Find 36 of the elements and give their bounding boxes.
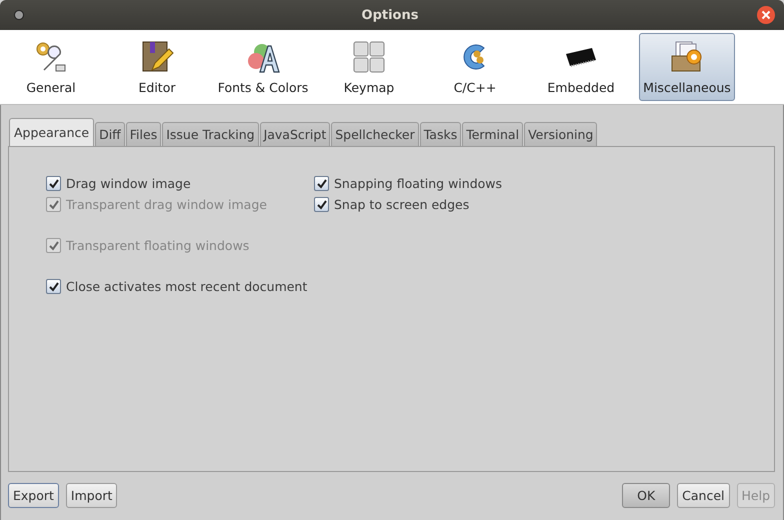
- checkbox-label: Transparent floating windows: [66, 238, 250, 253]
- dialog-button[interactable]: Export: [8, 482, 59, 508]
- tab[interactable]: Tasks: [420, 122, 462, 146]
- dialog-button[interactable]: Cancel: [677, 482, 730, 508]
- window-title: Options: [360, 8, 420, 22]
- category-button[interactable]: C/C++: [427, 33, 523, 101]
- checkbox-label: Transparent drag window image: [66, 197, 267, 212]
- tab[interactable]: Files: [126, 122, 162, 146]
- book-pencil-icon: [140, 40, 174, 74]
- category-button[interactable]: Keymap: [321, 33, 417, 101]
- category-button[interactable]: Miscellaneous: [639, 33, 735, 101]
- category-button[interactable]: Embedded: [533, 33, 629, 101]
- tab[interactable]: Issue Tracking: [162, 122, 259, 146]
- checkbox-label: Close activates most recent document: [66, 279, 308, 294]
- tab[interactable]: Terminal: [462, 122, 524, 146]
- checkbox[interactable]: [46, 176, 61, 191]
- category-button[interactable]: General: [3, 33, 99, 101]
- checkbox-label: Drag window image: [66, 176, 191, 191]
- checkbox[interactable]: [314, 176, 329, 191]
- dialog-button[interactable]: OK: [622, 482, 670, 508]
- category-button[interactable]: Editor: [109, 33, 205, 101]
- tab[interactable]: Versioning: [524, 122, 598, 146]
- tab[interactable]: Spellchecker: [331, 122, 419, 146]
- window-menu-icon[interactable]: [14, 10, 24, 20]
- checkbox[interactable]: [314, 197, 329, 212]
- tab[interactable]: Diff: [95, 122, 125, 146]
- folder-gear-icon: [670, 40, 704, 74]
- category-button[interactable]: Fonts & Colors: [215, 33, 311, 101]
- checkbox-label: Snap to screen edges: [334, 197, 470, 212]
- keyboard-keys-icon: [352, 40, 386, 74]
- checkbox-label: Snapping floating windows: [334, 176, 502, 191]
- dialog-button[interactable]: Import: [66, 482, 118, 508]
- tab[interactable]: Appearance: [9, 118, 94, 146]
- checkbox[interactable]: [46, 279, 61, 294]
- tab[interactable]: JavaScript: [260, 122, 330, 146]
- close-icon[interactable]: [756, 5, 776, 25]
